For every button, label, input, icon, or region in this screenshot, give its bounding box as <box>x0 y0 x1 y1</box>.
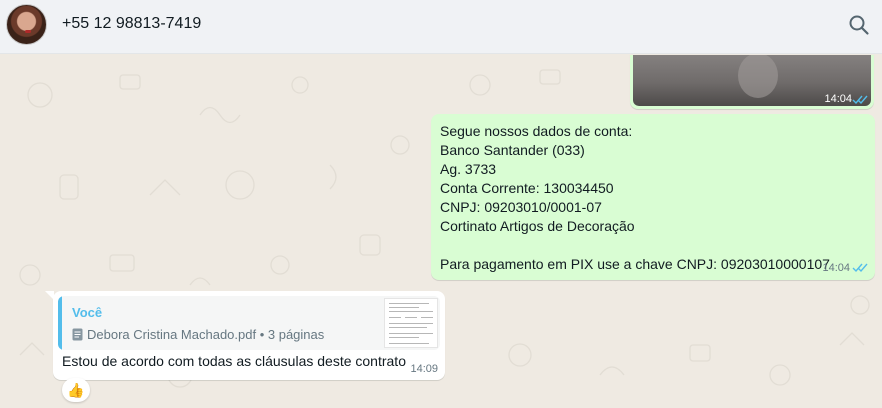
message-time: 14:04 <box>822 262 850 274</box>
message-line: CNPJ: 09203010/0001-07 <box>440 199 602 215</box>
message-line: Banco Santander (033) <box>440 142 585 158</box>
message-line: Conta Corrente: 130034450 <box>440 180 614 196</box>
message-text: Estou de acordo com todas as cláusulas d… <box>62 353 406 369</box>
quote-author: Você <box>72 305 103 320</box>
thumbs-up-reaction[interactable]: 👍 <box>62 378 90 402</box>
message-line: Cortinato Artigos de Decoração <box>440 218 635 234</box>
document-thumbnail <box>384 298 438 348</box>
contact-avatar[interactable] <box>6 4 47 45</box>
bank-details-message[interactable]: Segue nossos dados de conta: Banco Santa… <box>431 114 875 280</box>
search-icon <box>849 15 869 35</box>
quote-accent-bar <box>58 296 62 350</box>
search-button[interactable] <box>846 12 872 38</box>
document-icon <box>72 328 83 341</box>
incoming-message[interactable]: Você Debora Cristina Machado.pdf • 3 pág… <box>45 291 445 380</box>
document-pages: 3 páginas <box>267 327 325 342</box>
read-ticks-icon <box>852 263 868 273</box>
message-line <box>440 236 866 255</box>
chat-area[interactable]: 14:04 Segue nossos dados de conta: Banco… <box>0 55 882 408</box>
chat-header: +55 12 98813-7419 <box>0 0 882 54</box>
message-line: Segue nossos dados de conta: <box>440 123 633 139</box>
message-line: Ag. 3733 <box>440 161 497 177</box>
quoted-message[interactable]: Você Debora Cristina Machado.pdf • 3 pág… <box>58 296 440 350</box>
message-line: Para pagamento em PIX use a chave CNPJ: … <box>440 256 830 272</box>
message-time: 14:09 <box>410 363 438 375</box>
read-ticks-icon <box>852 95 868 105</box>
contact-name[interactable]: +55 12 98813-7419 <box>62 15 201 33</box>
message-time: 14:04 <box>824 93 852 105</box>
image-message[interactable]: 14:04 <box>630 55 874 109</box>
quoted-document: Debora Cristina Machado.pdf • 3 páginas <box>72 327 324 342</box>
document-name: Debora Cristina Machado.pdf <box>87 327 257 342</box>
